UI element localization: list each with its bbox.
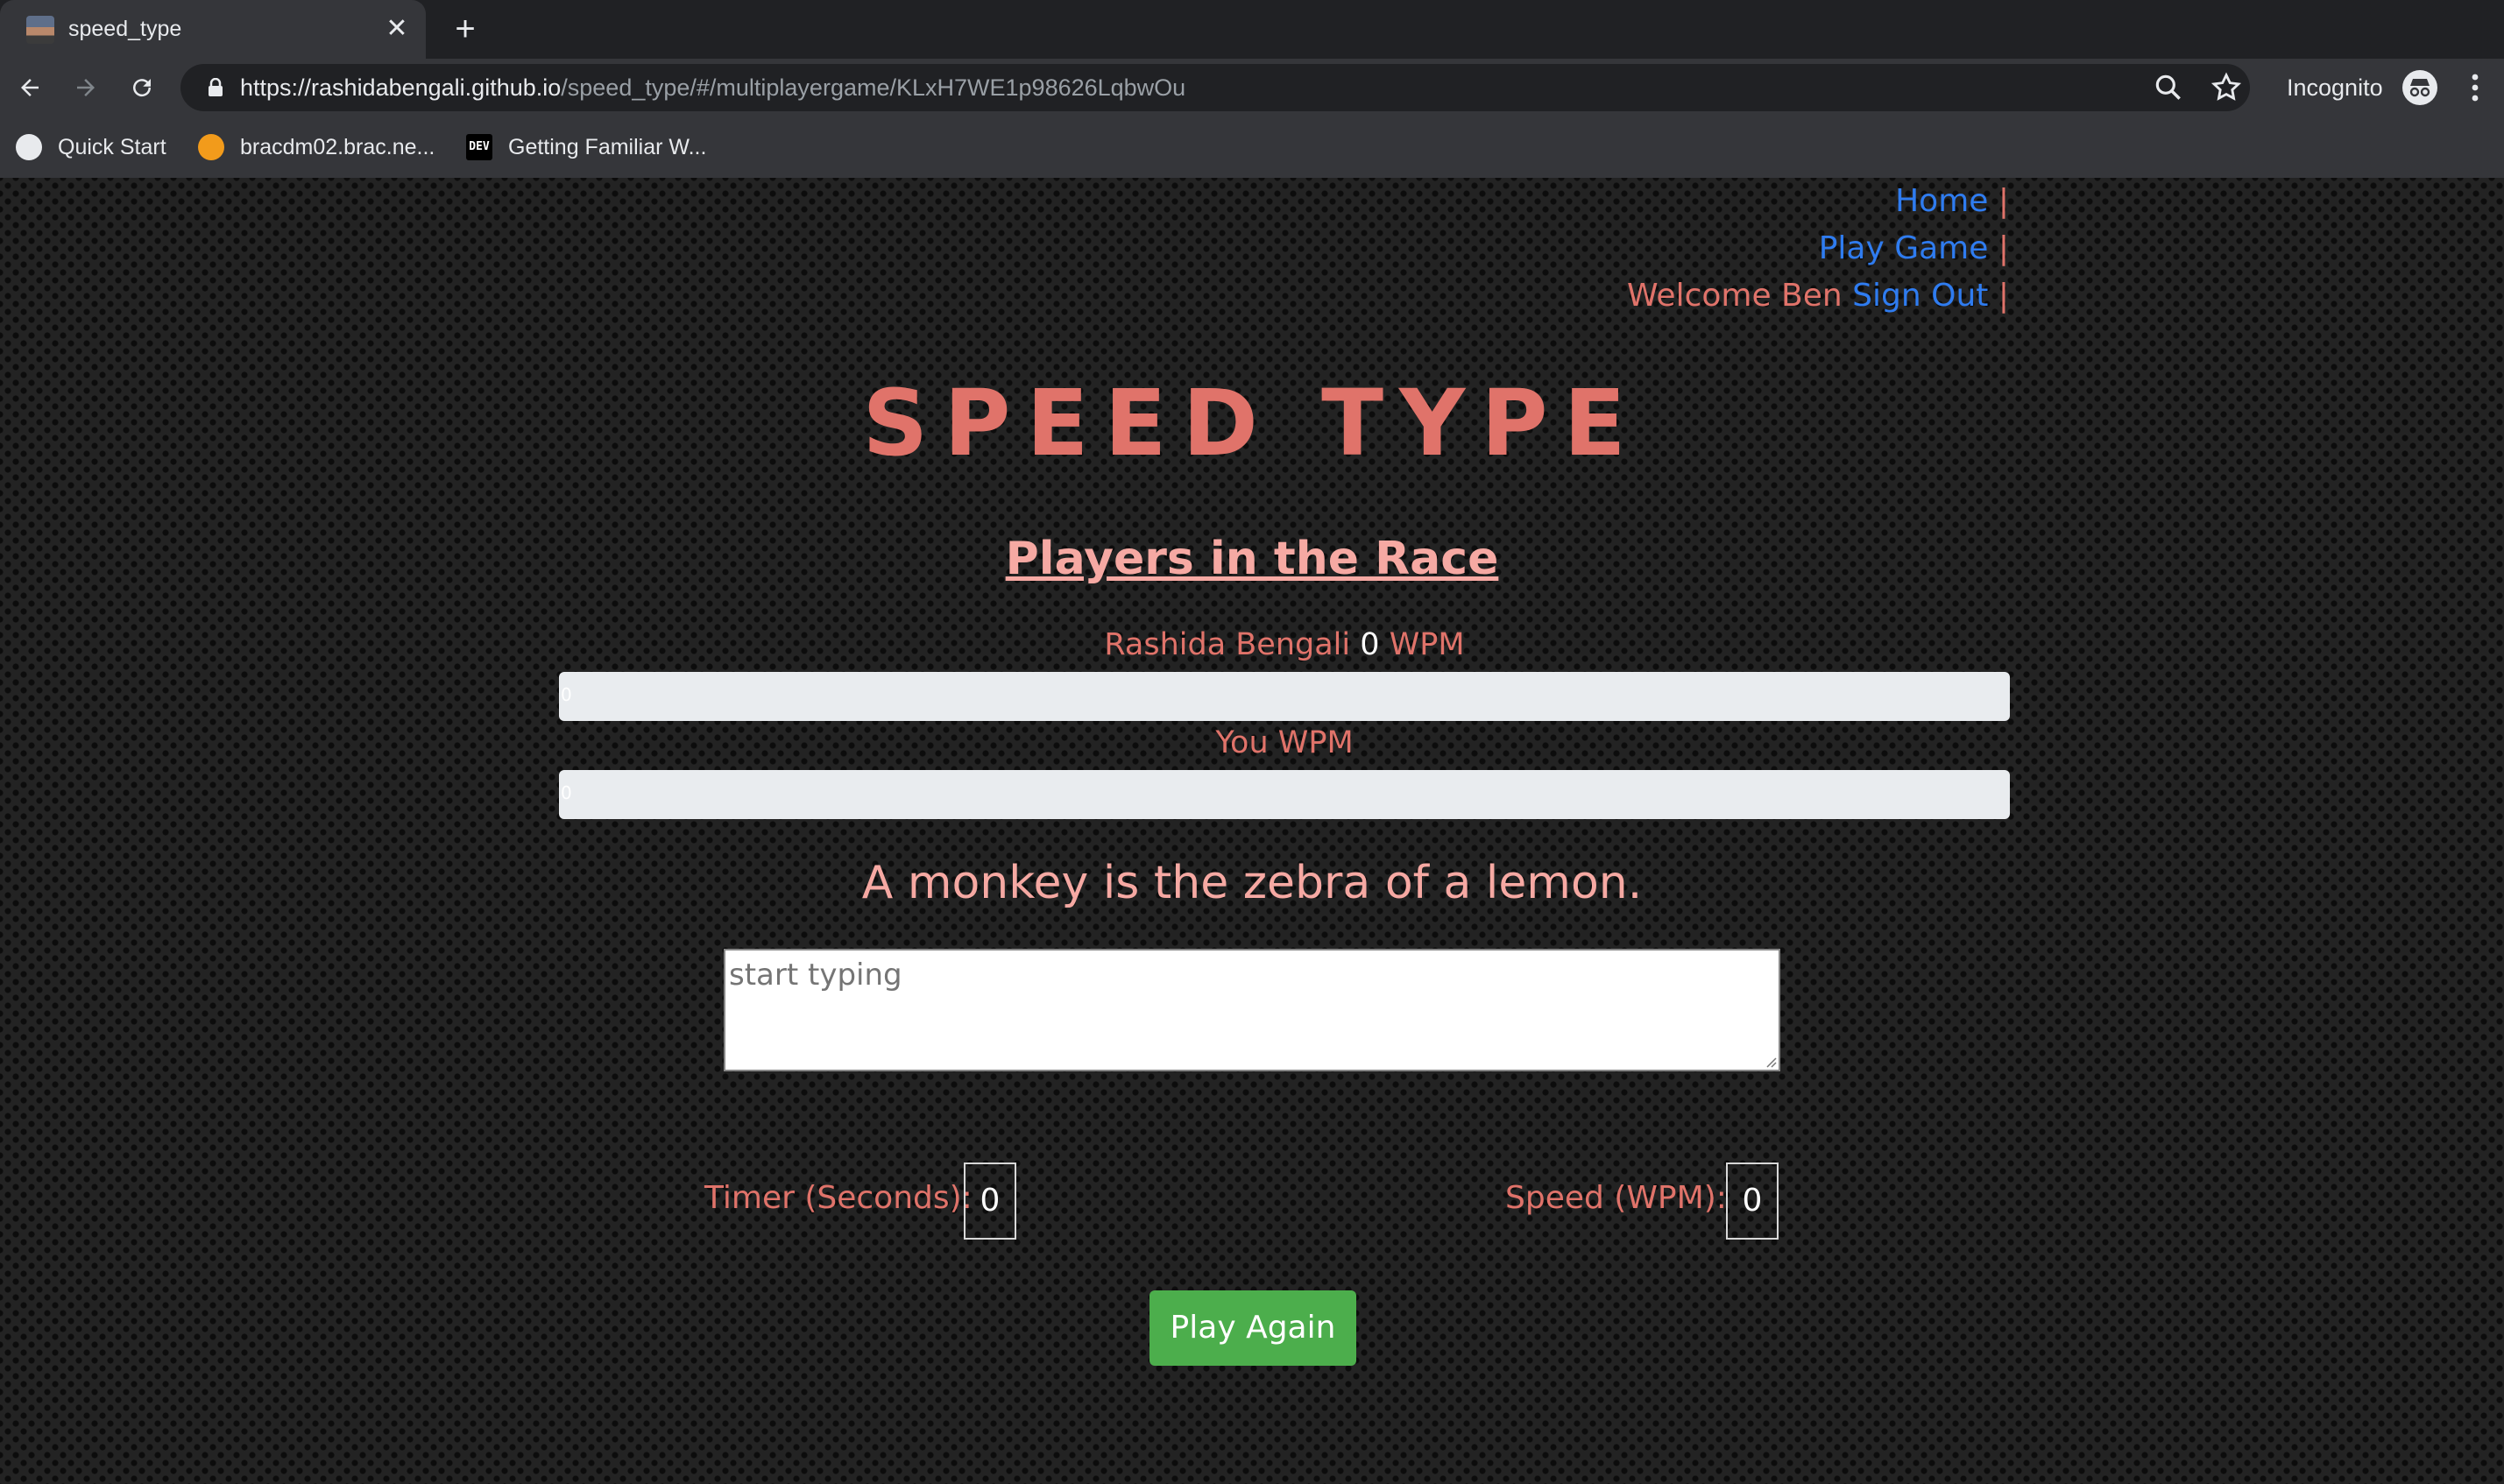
bookmark-label: Getting Familiar W... bbox=[508, 134, 707, 159]
page-content: Home | Play Game | Welcome Ben Sign Out … bbox=[0, 178, 2504, 1484]
nav-row-play: Play Game | bbox=[1627, 225, 2009, 272]
typing-input[interactable] bbox=[724, 949, 1780, 1071]
url-host: https://rashidabengali.github.io bbox=[240, 74, 562, 101]
url-path: /speed_type/#/multiplayergame/KLxH7WE1p9… bbox=[561, 74, 1186, 101]
players-heading: Players in the Race bbox=[1005, 533, 1499, 585]
dev-icon: DEV bbox=[466, 134, 492, 160]
browser-tab[interactable]: speed_type ✕ bbox=[0, 0, 426, 59]
lock-icon bbox=[209, 78, 223, 96]
bookmark-label: Quick Start bbox=[58, 134, 166, 159]
globe-icon bbox=[16, 134, 42, 160]
play-game-link[interactable]: Play Game bbox=[1819, 230, 1989, 266]
nav-separator: | bbox=[1998, 278, 2009, 314]
incognito-icon[interactable] bbox=[2402, 70, 2437, 105]
resize-grip-icon[interactable] bbox=[1763, 1054, 1777, 1068]
forward-icon[interactable] bbox=[67, 68, 105, 107]
address-bar[interactable]: https://rashidabengali.github.io/speed_t… bbox=[180, 64, 2250, 111]
home-link[interactable]: Home bbox=[1895, 183, 1988, 219]
speed-value: 0 bbox=[1726, 1162, 1779, 1240]
sign-out-link[interactable]: Sign Out bbox=[1852, 278, 1988, 314]
timer-label: Timer (Seconds): bbox=[704, 1180, 973, 1216]
zoom-icon[interactable] bbox=[2152, 71, 2185, 104]
play-again-button[interactable]: Play Again bbox=[1149, 1290, 1356, 1366]
bookmark-bracdm[interactable]: bracdm02.brac.ne... bbox=[198, 131, 435, 164]
opponent-progress-value: 0 bbox=[561, 684, 572, 705]
url-text: https://rashidabengali.github.io/speed_t… bbox=[240, 73, 1185, 102]
page-title: SPEED TYPE bbox=[862, 370, 1642, 477]
you-progress-value: 0 bbox=[561, 782, 572, 803]
new-tab-icon[interactable]: + bbox=[447, 11, 484, 47]
bookmark-label: bracdm02.brac.ne... bbox=[240, 134, 435, 159]
nav-separator: | bbox=[1998, 183, 2009, 219]
browser-toolbar: https://rashidabengali.github.io/speed_t… bbox=[0, 59, 2504, 117]
opponent-name: Rashida Bengali bbox=[1104, 627, 1351, 662]
target-sentence: A monkey is the zebra of a lemon. bbox=[861, 857, 1643, 909]
nav-row-user: Welcome Ben Sign Out | bbox=[1627, 272, 2009, 320]
bookmarks-bar: Quick Start bracdm02.brac.ne... DEV Gett… bbox=[0, 117, 2504, 178]
reload-icon[interactable] bbox=[123, 68, 161, 107]
timer-value: 0 bbox=[964, 1162, 1016, 1240]
opponent-wpm: 0 bbox=[1360, 627, 1380, 662]
back-icon[interactable] bbox=[11, 68, 49, 107]
favicon-icon bbox=[26, 16, 54, 44]
nav-separator: | bbox=[1998, 230, 2009, 266]
welcome-text: Welcome Ben bbox=[1626, 278, 1843, 314]
tab-strip: speed_type ✕ + bbox=[0, 0, 2504, 59]
close-tab-icon[interactable]: ✕ bbox=[380, 12, 414, 46]
speed-label: Speed (WPM): bbox=[1505, 1180, 1727, 1216]
opponent-label: Rashida Bengali 0 WPM bbox=[0, 623, 2504, 667]
wpm-unit: WPM bbox=[1389, 627, 1465, 662]
menu-icon[interactable] bbox=[2462, 69, 2488, 106]
tab-title: speed_type bbox=[68, 17, 182, 41]
incognito-label: Incognito bbox=[2287, 74, 2383, 101]
you-label: You WPM bbox=[1215, 725, 1354, 760]
site-icon bbox=[198, 134, 224, 160]
bookmark-getting-familiar[interactable]: DEV Getting Familiar W... bbox=[466, 131, 706, 164]
site-nav: Home | Play Game | Welcome Ben Sign Out … bbox=[1627, 178, 2009, 320]
bookmark-star-icon[interactable] bbox=[2210, 71, 2243, 104]
you-progress-bar: 0 bbox=[559, 770, 2010, 819]
bookmark-quick-start[interactable]: Quick Start bbox=[16, 131, 166, 164]
nav-row-home: Home | bbox=[1627, 178, 2009, 225]
opponent-progress-bar: 0 bbox=[559, 672, 2010, 721]
